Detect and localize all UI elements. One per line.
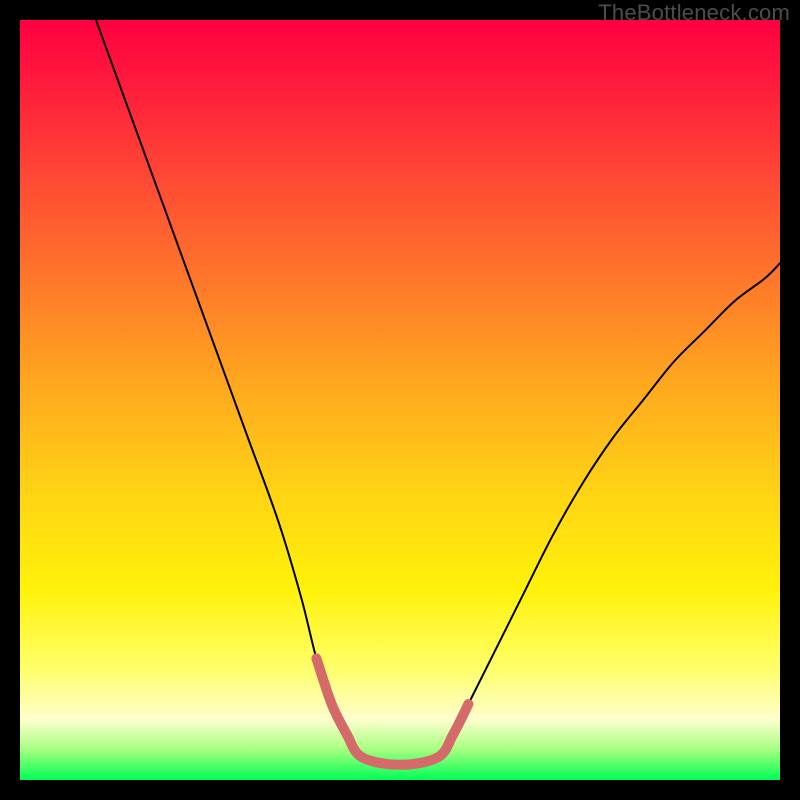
chart-plot-area: [20, 20, 780, 780]
trough-highlight: [316, 658, 468, 764]
main-curve: [96, 20, 780, 765]
chart-frame: TheBottleneck.com: [0, 0, 800, 800]
chart-svg: [20, 20, 780, 780]
